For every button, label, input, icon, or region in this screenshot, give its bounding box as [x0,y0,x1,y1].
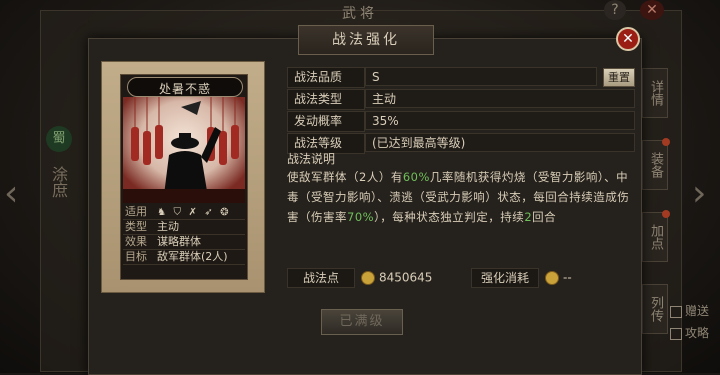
attr-quality: 战法品质 S [287,67,635,88]
damage-rate-highlight: 70% [347,210,375,224]
attr-chance-label: 发动概率 [287,111,365,132]
attr-type: 战法类型 主动 [287,89,635,110]
tab-biography[interactable]: 列传 [642,284,668,334]
attr-chance-value: 35% [365,111,635,130]
guide-link[interactable]: 攻略 [670,322,720,344]
description-body: 使敌军群体（2人）有60%几率随机获得灼烧（受智力影响）、中毒（受智力影响）、溃… [287,170,630,224]
tactic-info-table: 适用 ♞ ⛉ ✗ ➶ ❂ 类型 主动 效果 谋略群体 目标 敌军群体(2人) [123,205,245,265]
notification-dot-icon [662,138,670,146]
guide-icon [670,327,682,340]
prev-arrow-icon[interactable]: ‹ [4,170,26,218]
horse-icon: ♞ [157,207,166,218]
tactic-upgrade-dialog: 战法强化 ✕ 处暑不惑 适用 ♞ ⛉ ✗ ➶ ❂ 类型 主动 效果 谋略群体 目… [88,25,642,375]
upgrade-cost-label: 强化消耗 [471,268,539,288]
crossbow-icon: ✗ [188,207,197,218]
dialog-title: 战法强化 [298,25,434,55]
dialog-header: 战法强化 ✕ [88,25,642,55]
tab-details[interactable]: 详情 [642,68,668,118]
help-icon[interactable]: ? [604,0,626,20]
spear-icon: ➶ [204,207,213,218]
close-button[interactable]: ✕ [616,27,640,51]
tactic-name-plate: 处暑不惑 [127,77,243,97]
faction-badge: 蜀 [46,126,72,152]
gift-icon [670,305,682,318]
tactic-points-label: 战法点 [287,268,355,288]
gift-link[interactable]: 赠送 [670,300,720,322]
attr-level-value: (已达到最高等级) [365,133,635,152]
shield-icon: ⛉ [173,207,181,218]
tactic-points-value: 8450645 [379,270,433,285]
tactic-points: 战法点 8450645 [287,267,433,288]
bottom-links: 赠送 攻略 [670,300,720,344]
coin-icon [545,270,559,285]
attr-quality-value: S [365,67,597,86]
info-row-effect: 效果 谋略群体 [123,235,245,250]
tactic-artwork [123,97,245,203]
attr-chance: 发动概率 35% [287,111,635,132]
attr-quality-label: 战法品质 [287,67,365,88]
tactic-description: 战法说明 使敌军群体（2人）有60%几率随机获得灼烧（受智力影响）、中毒（受智力… [287,151,635,261]
general-title: 武将 [342,6,378,22]
applicable-unit-icons: ♞ ⛉ ✗ ➶ ❂ [157,205,245,219]
general-name: 涂庶 [49,166,68,198]
tab-equipment[interactable]: 装备 [642,140,668,190]
turns-highlight: 2 [524,210,533,224]
chance-highlight: 60% [402,170,430,184]
tab-points[interactable]: 加点 [642,212,668,262]
siege-icon: ❂ [220,207,229,218]
attr-level: 战法等级 (已达到最高等级) [287,133,635,154]
max-level-button[interactable]: 已满级 [321,309,403,335]
attr-type-label: 战法类型 [287,89,365,110]
info-row-applicable: 适用 ♞ ⛉ ✗ ➶ ❂ [123,205,245,220]
attr-type-value: 主动 [365,89,635,108]
info-row-type: 类型 主动 [123,220,245,235]
tactic-card-inner: 处暑不惑 适用 ♞ ⛉ ✗ ➶ ❂ 类型 主动 效果 谋略群体 目标 敌军群体(… [120,74,248,280]
tactic-name: 处暑不惑 [158,82,211,96]
reset-button[interactable]: 重置 [603,68,635,87]
panel-close-icon[interactable]: ✕ [640,0,664,20]
upgrade-cost: 强化消耗 -- [471,267,572,288]
description-title: 战法说明 [287,152,336,166]
upgrade-cost-value: -- [563,270,572,285]
coin-icon [361,270,375,285]
info-row-target: 目标 敌军群体(2人) [123,250,245,265]
next-arrow-icon[interactable]: › [692,170,714,218]
notification-dot-icon [662,210,670,218]
tactic-card: 处暑不惑 适用 ♞ ⛉ ✗ ➶ ❂ 类型 主动 效果 谋略群体 目标 敌军群体(… [101,61,265,293]
